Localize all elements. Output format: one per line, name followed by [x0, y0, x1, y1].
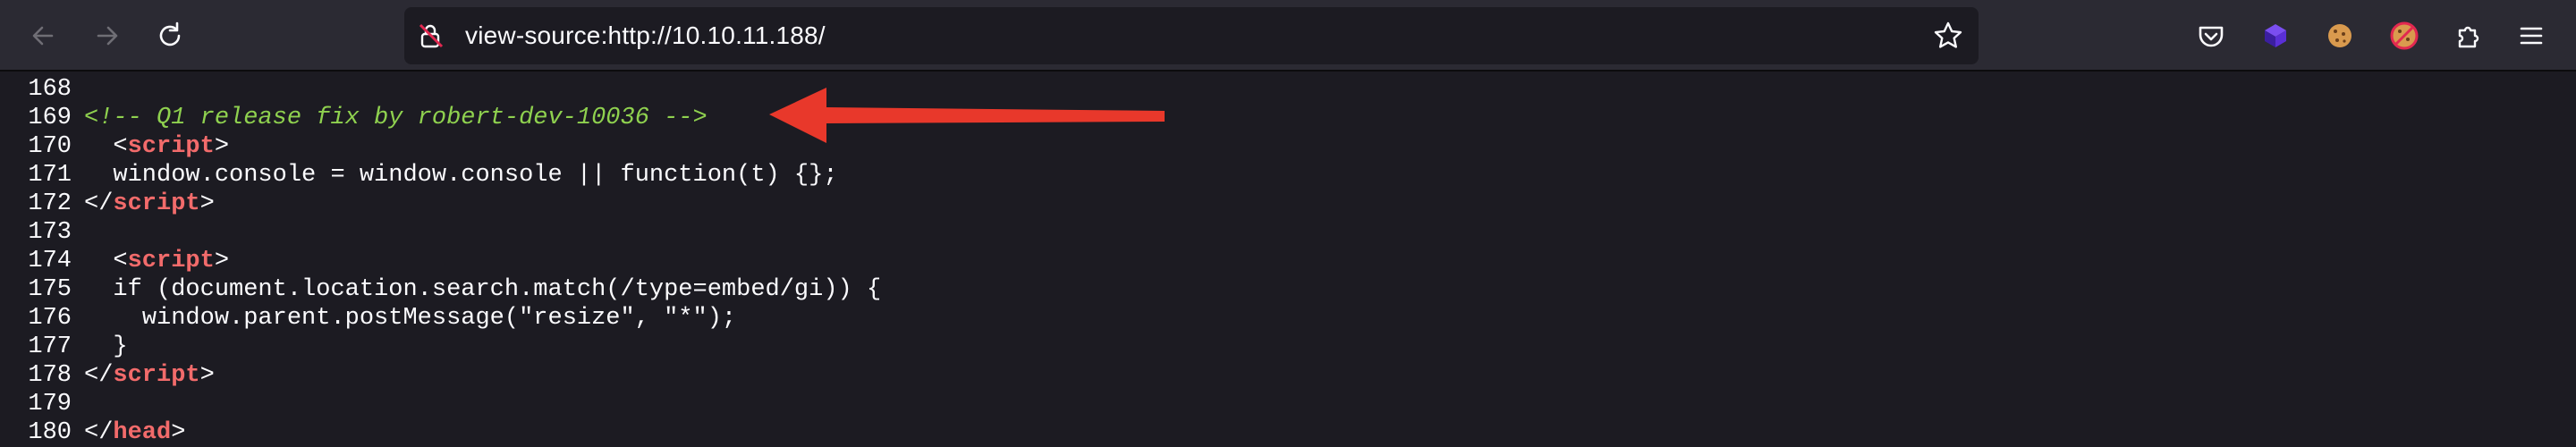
- pocket-icon[interactable]: [2191, 16, 2231, 55]
- line-number: 170: [28, 133, 72, 160]
- html-comment: <!-- Q1 release fix by robert-dev-10036 …: [84, 105, 708, 131]
- source-line: 175 if (document.location.search.match(/…: [0, 275, 881, 304]
- line-number: 177: [28, 333, 72, 360]
- source-line: 176 window.parent.postMessage("resize", …: [0, 304, 736, 333]
- tag-name: head: [113, 419, 172, 446]
- line-number: 176: [28, 305, 72, 332]
- bookmark-star-icon[interactable]: [1932, 20, 1964, 52]
- forward-icon[interactable]: [86, 14, 129, 57]
- line-number: 172: [28, 190, 72, 217]
- line-number: 173: [28, 219, 72, 246]
- source-line: 178 </script>: [0, 361, 215, 390]
- back-icon[interactable]: [21, 14, 64, 57]
- code-text: }: [113, 333, 128, 360]
- reload-icon[interactable]: [148, 14, 191, 57]
- tag-bracket: >: [214, 133, 230, 160]
- code-text: window.parent.postMessage("resize", "*")…: [141, 305, 737, 332]
- source-line: 174 <script>: [0, 247, 229, 275]
- tag-name: script: [127, 248, 215, 274]
- line-number: 180: [28, 419, 72, 446]
- security-icon[interactable]: [417, 21, 445, 50]
- extension-cube-icon[interactable]: [2256, 16, 2295, 55]
- tag-bracket: <: [113, 133, 128, 160]
- page-source-view: 168 169 <!-- Q1 release fix by robert-dev-…: [0, 72, 2576, 446]
- tag-bracket: <: [113, 248, 128, 274]
- tag-bracket: >: [171, 419, 186, 446]
- source-line: 177 }: [0, 333, 128, 361]
- line-number: 179: [28, 391, 72, 417]
- source-line: 170 <script>: [0, 132, 229, 161]
- annotation-arrow: [769, 88, 1165, 143]
- source-line: 169 <!-- Q1 release fix by robert-dev-100…: [0, 104, 708, 132]
- menu-icon[interactable]: [2512, 16, 2551, 55]
- no-cookie-icon[interactable]: [2385, 16, 2424, 55]
- source-line: 172 </script>: [0, 190, 215, 218]
- tag-bracket: </: [84, 362, 114, 389]
- tag-bracket: </: [84, 419, 114, 446]
- url-text[interactable]: view-source:http://10.10.11.188/: [465, 7, 826, 64]
- tag-bracket: </: [84, 190, 114, 217]
- line-number: 174: [28, 248, 72, 274]
- line-number: 169: [28, 105, 72, 131]
- url-bar[interactable]: view-source:http://10.10.11.188/: [404, 7, 1979, 64]
- tag-name: script: [127, 133, 215, 160]
- tag-bracket: >: [199, 362, 215, 389]
- line-number: 168: [28, 76, 72, 103]
- code-text: window.console = window.console || funct…: [113, 162, 838, 189]
- source-line: 168: [0, 75, 84, 104]
- tag-name: script: [113, 190, 200, 217]
- tag-bracket: >: [214, 248, 230, 274]
- line-number: 171: [28, 162, 72, 189]
- line-number: 178: [28, 362, 72, 389]
- tag-name: script: [113, 362, 200, 389]
- line-number: 175: [28, 276, 72, 303]
- source-line: 179: [0, 390, 84, 418]
- code-text: if (document.location.search.match(/type…: [113, 276, 882, 303]
- cookie-icon[interactable]: [2320, 16, 2360, 55]
- extensions-puzzle-icon[interactable]: [2449, 16, 2488, 55]
- source-line: 180 </head>: [0, 418, 185, 447]
- browser-toolbar: view-source:http://10.10.11.188/: [0, 0, 2576, 72]
- source-line: 171 window.console = window.console || f…: [0, 161, 838, 190]
- tag-bracket: >: [199, 190, 215, 217]
- source-line: 173: [0, 218, 84, 247]
